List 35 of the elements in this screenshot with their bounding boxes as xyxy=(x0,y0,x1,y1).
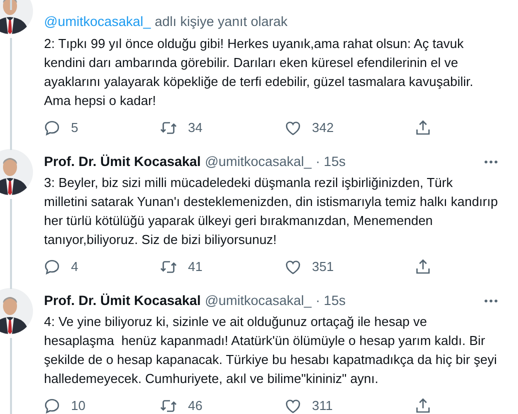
reply-count: 10 xyxy=(71,397,86,414)
reply-icon[interactable] xyxy=(43,258,61,276)
author-name[interactable]: Prof. Dr. Ümit Kocasakal xyxy=(44,152,201,172)
author-name[interactable]: Prof. Dr. Ümit Kocasakal xyxy=(44,290,201,312)
heart-icon[interactable] xyxy=(284,397,302,414)
avatar-icon[interactable] xyxy=(0,288,33,334)
reply-context-label: adlı kişiye yanıt olarak xyxy=(154,13,288,32)
tweet-text: 2: Tıpkı 99 yıl önce olduğu gibi! Herkes uyanık,ama rahat olsun: Aç tavuk kendini darı ambarında görebilir. Darıları eken küresel efendilerinin el ve ayaklarını yalayarak köpekliğe de terfi edebilir, güzel tasmalara kavuşabilir. Ama hepsi o kadar! xyxy=(44,35,474,110)
retweet-icon[interactable] xyxy=(159,119,178,137)
like-count: 351 xyxy=(312,258,334,276)
heart-icon[interactable] xyxy=(284,258,302,276)
retweet-count: 41 xyxy=(188,258,202,276)
retweet-icon[interactable] xyxy=(159,258,178,276)
more-icon[interactable] xyxy=(484,160,498,164)
more-icon[interactable] xyxy=(484,299,498,303)
like-count: 311 xyxy=(312,397,333,414)
heart-icon[interactable] xyxy=(284,119,302,137)
reply-icon[interactable] xyxy=(43,119,61,137)
like-count: 342 xyxy=(312,119,334,138)
reply-count: 5 xyxy=(71,119,78,138)
author-handle[interactable]: @umitkocasakal_ xyxy=(204,290,312,312)
tweet-text: 3: Beyler, biz sizi milli mücadeledeki düşmanla rezil işbirliğinizden, Türk milletini satarak Yunan'ı desteklemenizden, din istismarıyla temiz halkı kandırıp her türlü kötülüğü yaparak ülkeyi geri bırakmanızdan, Menemenden tanıyor,biliyoruz. Siz de bizi biliyorsunuz! xyxy=(44,174,498,249)
author-handle[interactable]: @umitkocasakal_ xyxy=(204,152,312,172)
reply-icon[interactable] xyxy=(43,397,61,414)
post-time[interactable]: · 15s xyxy=(316,152,346,172)
retweet-count: 46 xyxy=(188,397,202,414)
share-icon[interactable] xyxy=(414,397,432,414)
retweet-count: 34 xyxy=(188,119,202,138)
post-time[interactable]: · 15s xyxy=(316,290,346,312)
share-icon[interactable] xyxy=(414,119,432,137)
share-icon[interactable] xyxy=(414,258,432,276)
tweet-text: 4: Ve yine biliyoruz ki, sizinle ve ait olduğunuz ortaçağ ile hesap ve hesaplaşma henüz kapanmadı! Atatürk'ün ölümüyle o hesap yarım kaldı. Bir şekilde de o hesap kapanacak. Türkiye bu hesabı kapatmadıkça da hiç bir şeyi halledemeyecek. Cumhuriyete, akıl ve bilime"kininiz" aynı. xyxy=(44,313,498,388)
retweet-icon[interactable] xyxy=(159,397,178,414)
avatar-icon[interactable] xyxy=(0,149,33,195)
reply-count: 4 xyxy=(71,258,78,276)
